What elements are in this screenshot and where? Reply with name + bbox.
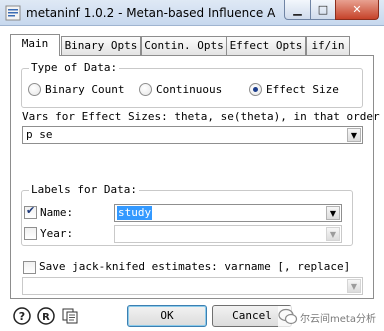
minimize-button[interactable]: ▁ (284, 0, 311, 20)
radio-binary-count-label: Binary Count (45, 83, 125, 96)
radio-effect-size-label: Effect Size (266, 83, 339, 96)
chevron-down-icon[interactable]: ▼ (326, 206, 340, 220)
watermark: 尔云间meta分析 (278, 306, 382, 328)
name-label: Name: (40, 206, 74, 219)
ok-button[interactable]: OK (127, 305, 207, 327)
tab-effect-opts[interactable]: Effect Opts (226, 36, 306, 55)
type-of-data-label: Type of Data: (29, 61, 120, 75)
chevron-down-icon[interactable]: ▼ (326, 227, 340, 241)
svg-text:R: R (42, 312, 50, 323)
help-icon[interactable]: ? (13, 307, 31, 325)
year-label: Year: (40, 227, 74, 240)
vars-effect-label: Vars for Effect Sizes: theta, se(theta),… (22, 110, 380, 123)
year-checkbox[interactable] (24, 227, 37, 240)
wechat-icon (278, 308, 298, 325)
name-checkbox[interactable] (24, 204, 37, 219)
radio-binary-count[interactable]: Binary Count (28, 83, 124, 96)
watermark-text: 尔云间meta分析 (300, 313, 376, 325)
title-bar: metaninf 1.0.2 - Metan-based Influence A… (0, 0, 384, 26)
copy-icon[interactable] (61, 307, 79, 325)
save-jackknife-combo[interactable]: ▼ (22, 277, 363, 295)
chevron-down-icon[interactable]: ▼ (347, 279, 361, 293)
name-value[interactable]: study (117, 206, 153, 220)
app-icon (5, 5, 21, 21)
radio-continuous-label: Continuous (156, 83, 223, 96)
vars-effect-value[interactable]: p se (26, 128, 53, 142)
labels-for-data-group: Labels for Data: Name: study ▼ Year: ▼ (21, 183, 353, 246)
reset-icon[interactable]: R (37, 307, 55, 325)
svg-text:?: ? (19, 310, 25, 323)
radio-circle-checked[interactable] (249, 83, 262, 96)
name-combo[interactable]: study ▼ (114, 204, 342, 222)
maximize-button[interactable]: □ (310, 0, 336, 20)
window-title: metaninf 1.0.2 - Metan-based Influence A… (26, 6, 276, 20)
year-combo[interactable]: ▼ (114, 225, 342, 243)
main-panel: Type of Data: Binary Count Continuous Ef… (10, 55, 380, 299)
radio-effect-size[interactable]: Effect Size (249, 83, 339, 96)
tab-if-in[interactable]: if/in (306, 36, 350, 55)
tab-binary-opts[interactable]: Binary Opts (61, 36, 141, 55)
tab-main[interactable]: Main (10, 34, 60, 56)
radio-circle[interactable] (28, 83, 41, 96)
radio-circle[interactable] (139, 83, 152, 96)
chevron-down-icon[interactable]: ▼ (347, 128, 361, 142)
save-jackknife-checkbox[interactable] (23, 261, 36, 274)
vars-effect-combo[interactable]: p se ▼ (22, 126, 363, 144)
close-button[interactable]: ✕ (335, 0, 379, 20)
labels-for-data-label: Labels for Data: (29, 183, 139, 197)
radio-continuous[interactable]: Continuous (139, 83, 222, 96)
type-of-data-group: Type of Data: Binary Count Continuous Ef… (21, 61, 363, 108)
tab-contin-opts[interactable]: Contin. Opts (141, 36, 227, 55)
save-jackknife-label: Save jack-knifed estimates: varname [, r… (39, 260, 351, 273)
